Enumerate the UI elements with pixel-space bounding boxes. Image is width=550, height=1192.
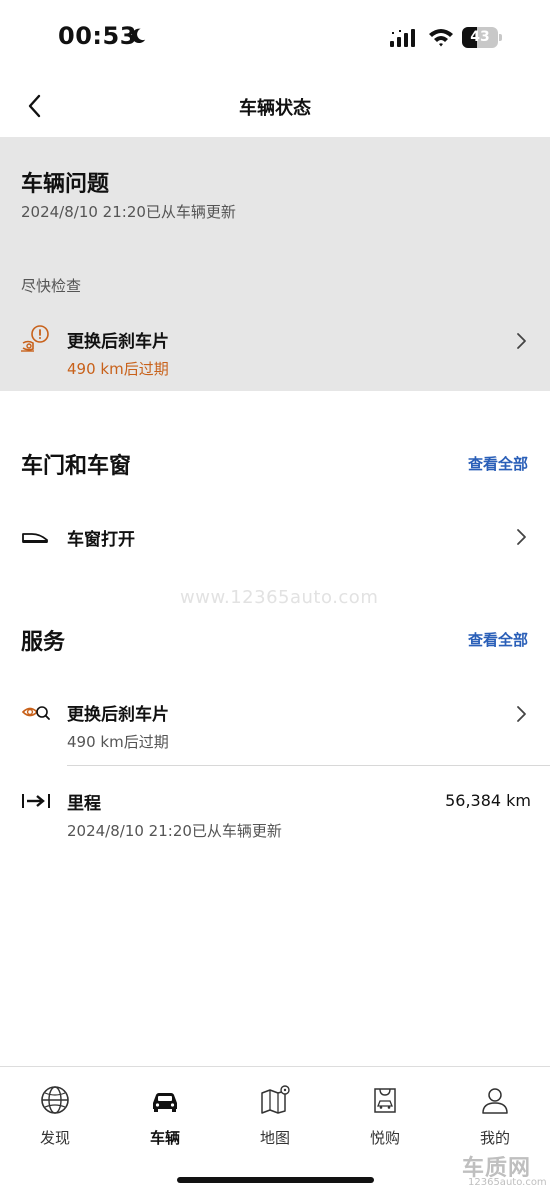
map-icon — [261, 1085, 290, 1114]
chevron-right-icon — [517, 333, 526, 349]
page-title: 车辆状态 — [239, 98, 311, 119]
doors-windows-title: 车门和车窗 — [21, 454, 132, 479]
tab-vehicle[interactable]: 车辆 — [110, 1079, 220, 1149]
divider — [67, 765, 550, 766]
home-indicator — [177, 1177, 374, 1183]
tab-label: 地图 — [259, 1129, 290, 1147]
tab-discover[interactable]: 发现 — [0, 1079, 110, 1149]
chevron-right-icon — [517, 706, 526, 722]
window-open-title: 车窗打开 — [67, 530, 135, 550]
tab-label: 车辆 — [149, 1129, 180, 1147]
tab-profile[interactable]: 我的 — [440, 1079, 550, 1149]
brake-service-icon — [21, 706, 50, 720]
profile-icon — [482, 1088, 508, 1114]
corner-logo-url: 12365auto.com — [468, 1177, 547, 1188]
tab-label: 发现 — [39, 1129, 70, 1147]
odometer-row: 里程 2024/8/10 21:20已从车辆更新 56,384 km — [0, 779, 550, 845]
status-bar: 00:53 43 — [0, 0, 550, 75]
battery-percent: 43 — [470, 29, 490, 45]
tab-label: 我的 — [479, 1129, 510, 1147]
brake-warning-icon — [21, 325, 49, 352]
window-open-icon — [22, 533, 48, 543]
odometer-icon — [22, 794, 50, 808]
issue-item-due: 490 km后过期 — [67, 360, 169, 378]
tab-shop[interactable]: 悦购 — [330, 1079, 440, 1149]
moon-icon — [131, 28, 146, 44]
odometer-title: 里程 — [67, 794, 101, 814]
service-title: 服务 — [21, 630, 66, 655]
issue-item-rear-brake-pads[interactable]: 更换后刹车片 490 km后过期 — [0, 317, 550, 379]
service-item-due: 490 km后过期 — [67, 733, 169, 751]
wifi-icon — [429, 29, 453, 47]
urgency-label: 尽快检查 — [21, 277, 82, 295]
nav-bar: 车辆状态 — [0, 75, 550, 137]
battery-indicator: 43 — [462, 27, 502, 48]
shopping-bag-icon — [374, 1088, 396, 1113]
chevron-right-icon — [517, 529, 526, 545]
issue-item-title: 更换后刹车片 — [67, 332, 169, 352]
service-item-rear-brake-pads[interactable]: 更换后刹车片 490 km后过期 — [0, 690, 550, 756]
doors-windows-view-all-link[interactable]: 查看全部 — [468, 453, 528, 474]
watermark: www.12365auto.com — [180, 587, 379, 608]
service-item-title: 更换后刹车片 — [67, 705, 169, 725]
odometer-updated: 2024/8/10 21:20已从车辆更新 — [67, 822, 282, 840]
window-open-row[interactable]: 车窗打开 — [0, 515, 550, 559]
cellular-signal-icon — [390, 29, 415, 47]
corner-watermark-logo: 车质网 12365auto.com — [458, 1150, 548, 1190]
service-view-all-link[interactable]: 查看全部 — [468, 629, 528, 650]
vehicle-issues-title: 车辆问题 — [21, 172, 110, 197]
odometer-value: 56,384 km — [445, 791, 531, 810]
vehicle-issues-section: 车辆问题 2024/8/10 21:20已从车辆更新 尽快检查 更换后刹车片 4… — [0, 137, 550, 391]
car-icon — [153, 1093, 177, 1112]
globe-icon — [41, 1086, 69, 1114]
vehicle-issues-updated: 2024/8/10 21:20已从车辆更新 — [21, 203, 236, 221]
status-time: 00:53 — [58, 22, 137, 50]
tab-label: 悦购 — [369, 1129, 400, 1147]
tab-map[interactable]: 地图 — [220, 1079, 330, 1149]
